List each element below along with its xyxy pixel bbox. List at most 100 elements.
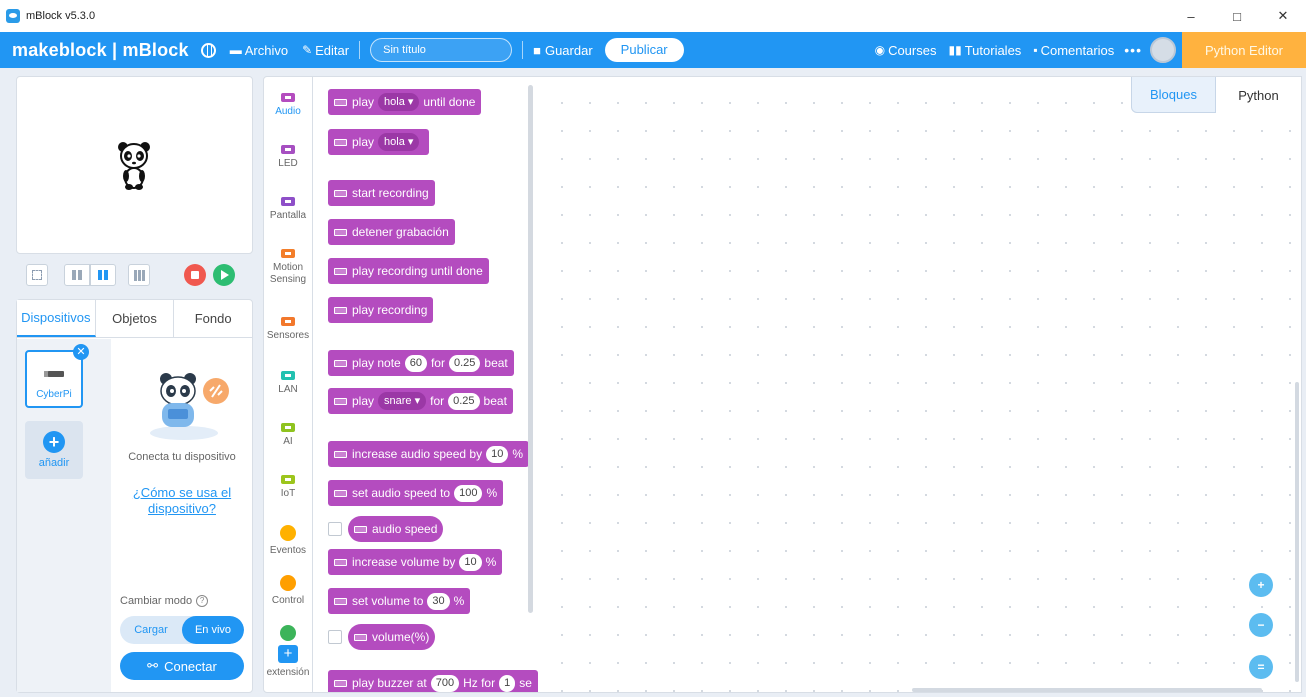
close-window-button[interactable]: ✕ — [1260, 0, 1306, 32]
drum-dropdown[interactable]: snare ▾ — [378, 392, 427, 410]
menu-editar[interactable]: ✎ Editar — [302, 43, 349, 58]
cyberpi-device-icon — [44, 371, 64, 377]
volume-input[interactable]: 10 — [459, 553, 482, 571]
how-to-use-link[interactable]: ¿Cómo se usa el dispositivo? — [112, 485, 252, 517]
grid-view-button[interactable] — [128, 264, 150, 286]
minimize-button[interactable]: – — [1168, 0, 1214, 32]
menu-archivo[interactable]: ▬ Archivo — [230, 43, 288, 58]
stage-canvas[interactable] — [16, 76, 253, 254]
block-text: beat — [483, 394, 507, 408]
cyberpi-block-icon — [334, 597, 347, 605]
help-icon[interactable]: ? — [196, 595, 209, 607]
add-device-button[interactable]: + añadir — [25, 421, 83, 479]
menu-tutoriales[interactable]: ▮▮ Tutoriales — [948, 43, 1021, 58]
speed-input[interactable]: 100 — [454, 484, 483, 502]
audio-speed-monitor-checkbox[interactable] — [328, 522, 342, 536]
device-card-label: CyberPi — [36, 389, 72, 400]
tab-objetos[interactable]: Objetos — [96, 300, 175, 337]
zoom-out-button[interactable]: − — [1249, 613, 1273, 637]
stop-button[interactable] — [184, 264, 206, 286]
python-editor-button[interactable]: Python Editor — [1182, 32, 1306, 68]
device-card-cyberpi[interactable]: CyberPi ✕ — [25, 344, 89, 408]
ai-category-icon — [281, 423, 295, 432]
mode-live-option[interactable]: En vivo — [182, 616, 244, 644]
workspace-vertical-scrollbar[interactable] — [1295, 382, 1299, 682]
more-menu-button[interactable]: ••• — [1124, 42, 1142, 58]
beat-input[interactable]: 0.25 — [448, 392, 480, 410]
cyberpi-block-icon — [334, 267, 347, 275]
category-lan[interactable]: LAN — [264, 371, 312, 396]
block-text: play — [352, 135, 375, 149]
category-eventos[interactable]: Eventos — [264, 525, 312, 557]
menu-divider — [522, 41, 524, 59]
block-play-recording-until-done[interactable]: play recording until done — [328, 258, 489, 284]
volume-monitor-checkbox[interactable] — [328, 630, 342, 644]
cyberpi-block-icon — [354, 633, 367, 641]
volume-input[interactable]: 30 — [427, 592, 450, 610]
green-flag-button[interactable] — [213, 264, 235, 286]
tab-bloques[interactable]: Bloques — [1131, 77, 1216, 113]
block-text: % — [512, 447, 524, 461]
project-name-input[interactable]: Sin título — [370, 38, 513, 62]
speed-input[interactable]: 10 — [486, 445, 509, 463]
language-globe-icon[interactable] — [200, 42, 216, 58]
category-audio[interactable]: Audio — [264, 93, 312, 118]
category-led[interactable]: LED — [264, 145, 312, 170]
connect-button[interactable]: ⚯ Conectar — [120, 652, 244, 680]
remove-device-icon[interactable]: ✕ — [73, 344, 89, 360]
menu-divider — [359, 41, 361, 59]
frequency-input[interactable]: 700 — [430, 674, 460, 692]
block-start-recording[interactable]: start recording — [328, 180, 435, 206]
category-sensores[interactable]: Sensores — [264, 317, 312, 342]
duration-input[interactable]: 1 — [499, 674, 516, 692]
block-play-note[interactable]: play note 60 for 0.25 beat — [328, 350, 514, 376]
block-play-sound[interactable]: play hola ▾ — [328, 129, 430, 155]
normal-stage-button[interactable] — [90, 264, 116, 286]
zoom-reset-button[interactable]: = — [1249, 655, 1273, 679]
zoom-in-button[interactable]: + — [1249, 573, 1273, 597]
block-text: play recording until done — [352, 264, 483, 278]
extension-button[interactable]: + extensión — [264, 645, 312, 678]
beat-input[interactable]: 0.25 — [448, 354, 481, 372]
reporter-volume[interactable]: volume(%) — [348, 624, 436, 650]
block-stop-recording[interactable]: detener grabación — [328, 219, 455, 245]
fullscreen-button[interactable] — [26, 264, 48, 286]
block-increase-audio-speed[interactable]: increase audio speed by 10 % — [328, 441, 530, 467]
user-avatar[interactable] — [1150, 37, 1176, 63]
tab-fondo[interactable]: Fondo — [174, 300, 252, 337]
normal-stage-icon — [98, 270, 108, 280]
publish-button[interactable]: Publicar — [604, 38, 684, 62]
tab-dispositivos[interactable]: Dispositivos — [17, 300, 96, 337]
block-play-buzzer[interactable]: play buzzer at 700 Hz for 1 se — [328, 670, 538, 692]
script-workspace[interactable]: Bloques Python + − = — [538, 76, 1302, 693]
category-motion-sensing[interactable]: Motion Sensing — [264, 249, 312, 286]
block-set-audio-speed[interactable]: set audio speed to 100 % — [328, 480, 504, 506]
block-text: play recording — [352, 303, 428, 317]
menu-courses[interactable]: ◉ Courses — [875, 43, 937, 58]
menu-comentarios[interactable]: ▪ Comentarios — [1033, 43, 1114, 58]
sound-dropdown[interactable]: hola ▾ — [378, 93, 420, 111]
sound-dropdown[interactable]: hola ▾ — [378, 133, 420, 151]
block-play-drum[interactable]: play snare ▾ for 0.25 beat — [328, 388, 513, 414]
block-play-sound-until-done[interactable]: play hola ▾ until done — [328, 89, 482, 115]
note-input[interactable]: 60 — [404, 354, 427, 372]
mode-upload-option[interactable]: Cargar — [120, 616, 182, 644]
reporter-audio-speed[interactable]: audio speed — [348, 516, 444, 542]
small-stage-button[interactable] — [64, 264, 90, 286]
category-control[interactable]: Control — [264, 575, 312, 607]
save-button[interactable]: ■ Guardar — [533, 43, 593, 58]
block-play-recording[interactable]: play recording — [328, 297, 434, 323]
palette-scrollbar[interactable] — [528, 85, 533, 613]
maximize-button[interactable]: □ — [1214, 0, 1260, 32]
panda-sprite[interactable] — [117, 140, 151, 190]
category-operators[interactable] — [264, 625, 312, 645]
mode-toggle[interactable]: Cargar En vivo — [120, 616, 244, 644]
tab-python[interactable]: Python — [1216, 77, 1301, 113]
category-ai[interactable]: AI — [264, 423, 312, 448]
workspace-horizontal-scrollbar[interactable] — [912, 688, 1262, 692]
block-increase-volume[interactable]: increase volume by 10 % — [328, 549, 503, 575]
block-set-volume[interactable]: set volume to 30 % — [328, 588, 471, 614]
category-iot[interactable]: IoT — [264, 475, 312, 500]
folder-icon: ▬ — [229, 43, 242, 57]
category-pantalla[interactable]: Pantalla — [264, 197, 312, 222]
